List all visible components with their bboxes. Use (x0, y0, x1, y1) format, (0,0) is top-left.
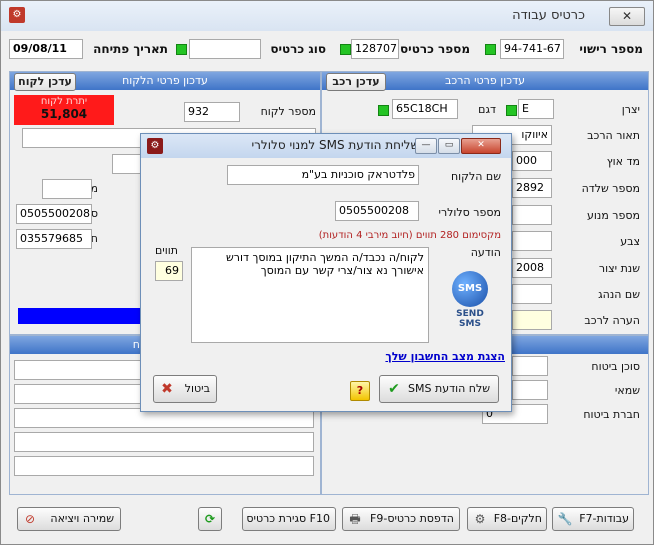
sms-cancel-button[interactable]: ✖ ביטול (153, 375, 217, 403)
maximize-button[interactable]: ▭ (438, 138, 460, 154)
printer-icon: 🖶 (349, 512, 361, 526)
color-input[interactable] (512, 231, 552, 251)
card-type-label: סוג כרטיס (270, 42, 326, 56)
km-input[interactable]: 000 (512, 151, 552, 171)
sms-message-textarea[interactable]: לקוח/ה נכבד/ה המשך התיקון במוסך דורש איש… (191, 247, 429, 343)
card-number-input[interactable]: 128707 (351, 39, 399, 59)
exit-icon: ⊘ (24, 512, 36, 526)
customer-note-line-4[interactable] (14, 432, 314, 452)
window-title: כרטיס עבודה (512, 8, 585, 23)
sms-dialog-titlebar: ⚙ שליחת הודעת SMS למנוי סלולרי — ▭ ✕ (141, 134, 511, 158)
sms-logo-text-2: SMS (459, 319, 481, 329)
sms-customer-name-input[interactable]: פלדטראק סוכניות בע"מ (227, 165, 419, 185)
engine-input[interactable] (512, 205, 552, 225)
model-label: דגם (478, 103, 496, 116)
insurance-agent-label: סוכן ביטוח (591, 360, 640, 373)
print-card-button[interactable]: 🖶 F9-הדפסת כרטיס (342, 507, 460, 531)
engine-label: מספר מנוע (587, 209, 640, 222)
sms-customer-name-label: שם הלקוח (450, 170, 501, 183)
card-number-label: מספר כרטיס (400, 42, 470, 56)
checkmark-icon: ✔ (388, 381, 400, 397)
customer-number-input[interactable]: 932 (184, 102, 240, 122)
help-icon[interactable]: ? (350, 381, 370, 401)
refresh-icon: ⟳ (204, 512, 216, 526)
title-bar: ⚙ כרטיס עבודה ✕ (1, 1, 653, 31)
app-icon: ⚙ (9, 7, 25, 23)
license-status-indicator (485, 44, 496, 55)
id-input[interactable]: 035579685 (16, 229, 92, 249)
model-input[interactable]: 65C18CH (392, 99, 458, 119)
send-sms-button[interactable]: ✔ שלח הודעת SMS (379, 375, 499, 403)
license-label: מספר רישוי (579, 42, 643, 56)
manufacturer-indicator (506, 105, 517, 116)
gear-icon: ⚙ (474, 512, 486, 526)
close-button[interactable]: ✕ (609, 7, 645, 26)
account-status-link[interactable]: הצגת מצב החשבון שלך (385, 350, 505, 363)
manufacturer-label: יצרן (621, 103, 640, 116)
model-indicator (378, 105, 389, 116)
chassis-input[interactable]: 2892 (512, 178, 552, 198)
sms-max-chars-note: מקסימום 280 תווים (חיוב מירבי 4 הודעות) (318, 230, 501, 241)
km-label: מד אוץ (606, 155, 640, 168)
card-number-indicator (340, 44, 351, 55)
mobile-input[interactable]: 0505500208 (16, 204, 92, 224)
driver-input[interactable] (512, 284, 552, 304)
insurance-company-label: חברת ביטוח (583, 408, 640, 421)
appraiser-input[interactable] (512, 380, 548, 400)
manufacturer-input[interactable]: E (518, 99, 554, 119)
sms-mobile-input[interactable]: 0505500208 (335, 201, 419, 221)
update-vehicle-button[interactable]: עדכן רכב (326, 73, 386, 91)
close-card-button[interactable]: סגירת כרטיס F10 (242, 507, 336, 531)
sms-mobile-label: מספר סלולרי (438, 206, 502, 219)
chassis-label: מספר שלדה (581, 182, 640, 195)
customer-number-label: מספר לקוח (260, 105, 316, 118)
color-label: צבע (620, 235, 640, 248)
sms-chars-label: תווים (155, 244, 178, 257)
customer-note-line-5[interactable] (14, 456, 314, 476)
card-type-input[interactable] (189, 39, 261, 59)
zip-input[interactable] (42, 179, 92, 199)
save-exit-button[interactable]: ⊘ שמירה ויציאה (17, 507, 121, 531)
parts-button[interactable]: ⚙ F8-חלקים (467, 507, 547, 531)
sms-dialog-close-button[interactable]: ✕ (461, 138, 501, 154)
jobs-button[interactable]: 🔧 F7-עבודות (552, 507, 634, 531)
cancel-x-icon: ✖ (161, 381, 173, 397)
sms-message-label: הודעה (470, 246, 501, 259)
vehicle-note-input[interactable] (512, 310, 552, 330)
license-input[interactable]: 94-741-67 (500, 39, 564, 59)
balance-value: 51,804 (40, 107, 88, 121)
year-input[interactable]: 2008 (512, 258, 552, 278)
sms-chars-count: 69 (155, 261, 183, 281)
driver-label: שם הנהג (598, 288, 640, 301)
wrench-icon: 🔧 (557, 512, 573, 526)
sms-dialog: ⚙ שליחת הודעת SMS למנוי סלולרי — ▭ ✕ שם … (140, 133, 512, 412)
sms-dialog-app-icon: ⚙ (147, 138, 163, 154)
update-customer-button[interactable]: עדכן לקוח (14, 73, 76, 91)
description-label: תאור הרכב (587, 129, 640, 142)
minimize-button[interactable]: — (415, 138, 437, 154)
card-type-indicator (176, 44, 187, 55)
year-label: שנת יצור (598, 262, 640, 275)
send-sms-logo: SMS SEND SMS (450, 271, 490, 331)
appraiser-label: שמאי (614, 384, 640, 397)
sms-dialog-title: שליחת הודעת SMS למנוי סלולרי (251, 138, 419, 152)
insurance-agent-input[interactable] (512, 356, 548, 376)
open-date-label: תאריך פתיחה (93, 42, 168, 56)
customer-balance-box: יתרת לקוח 51,804 (14, 95, 114, 125)
open-date-input[interactable]: 09/08/11 (9, 39, 83, 59)
vehicle-note-label: הערה לרכב (584, 314, 640, 327)
sms-logo-text-1: SEND (456, 309, 484, 319)
refresh-button[interactable]: ⟳ (198, 507, 222, 531)
sms-bubble-icon: SMS (452, 271, 488, 307)
